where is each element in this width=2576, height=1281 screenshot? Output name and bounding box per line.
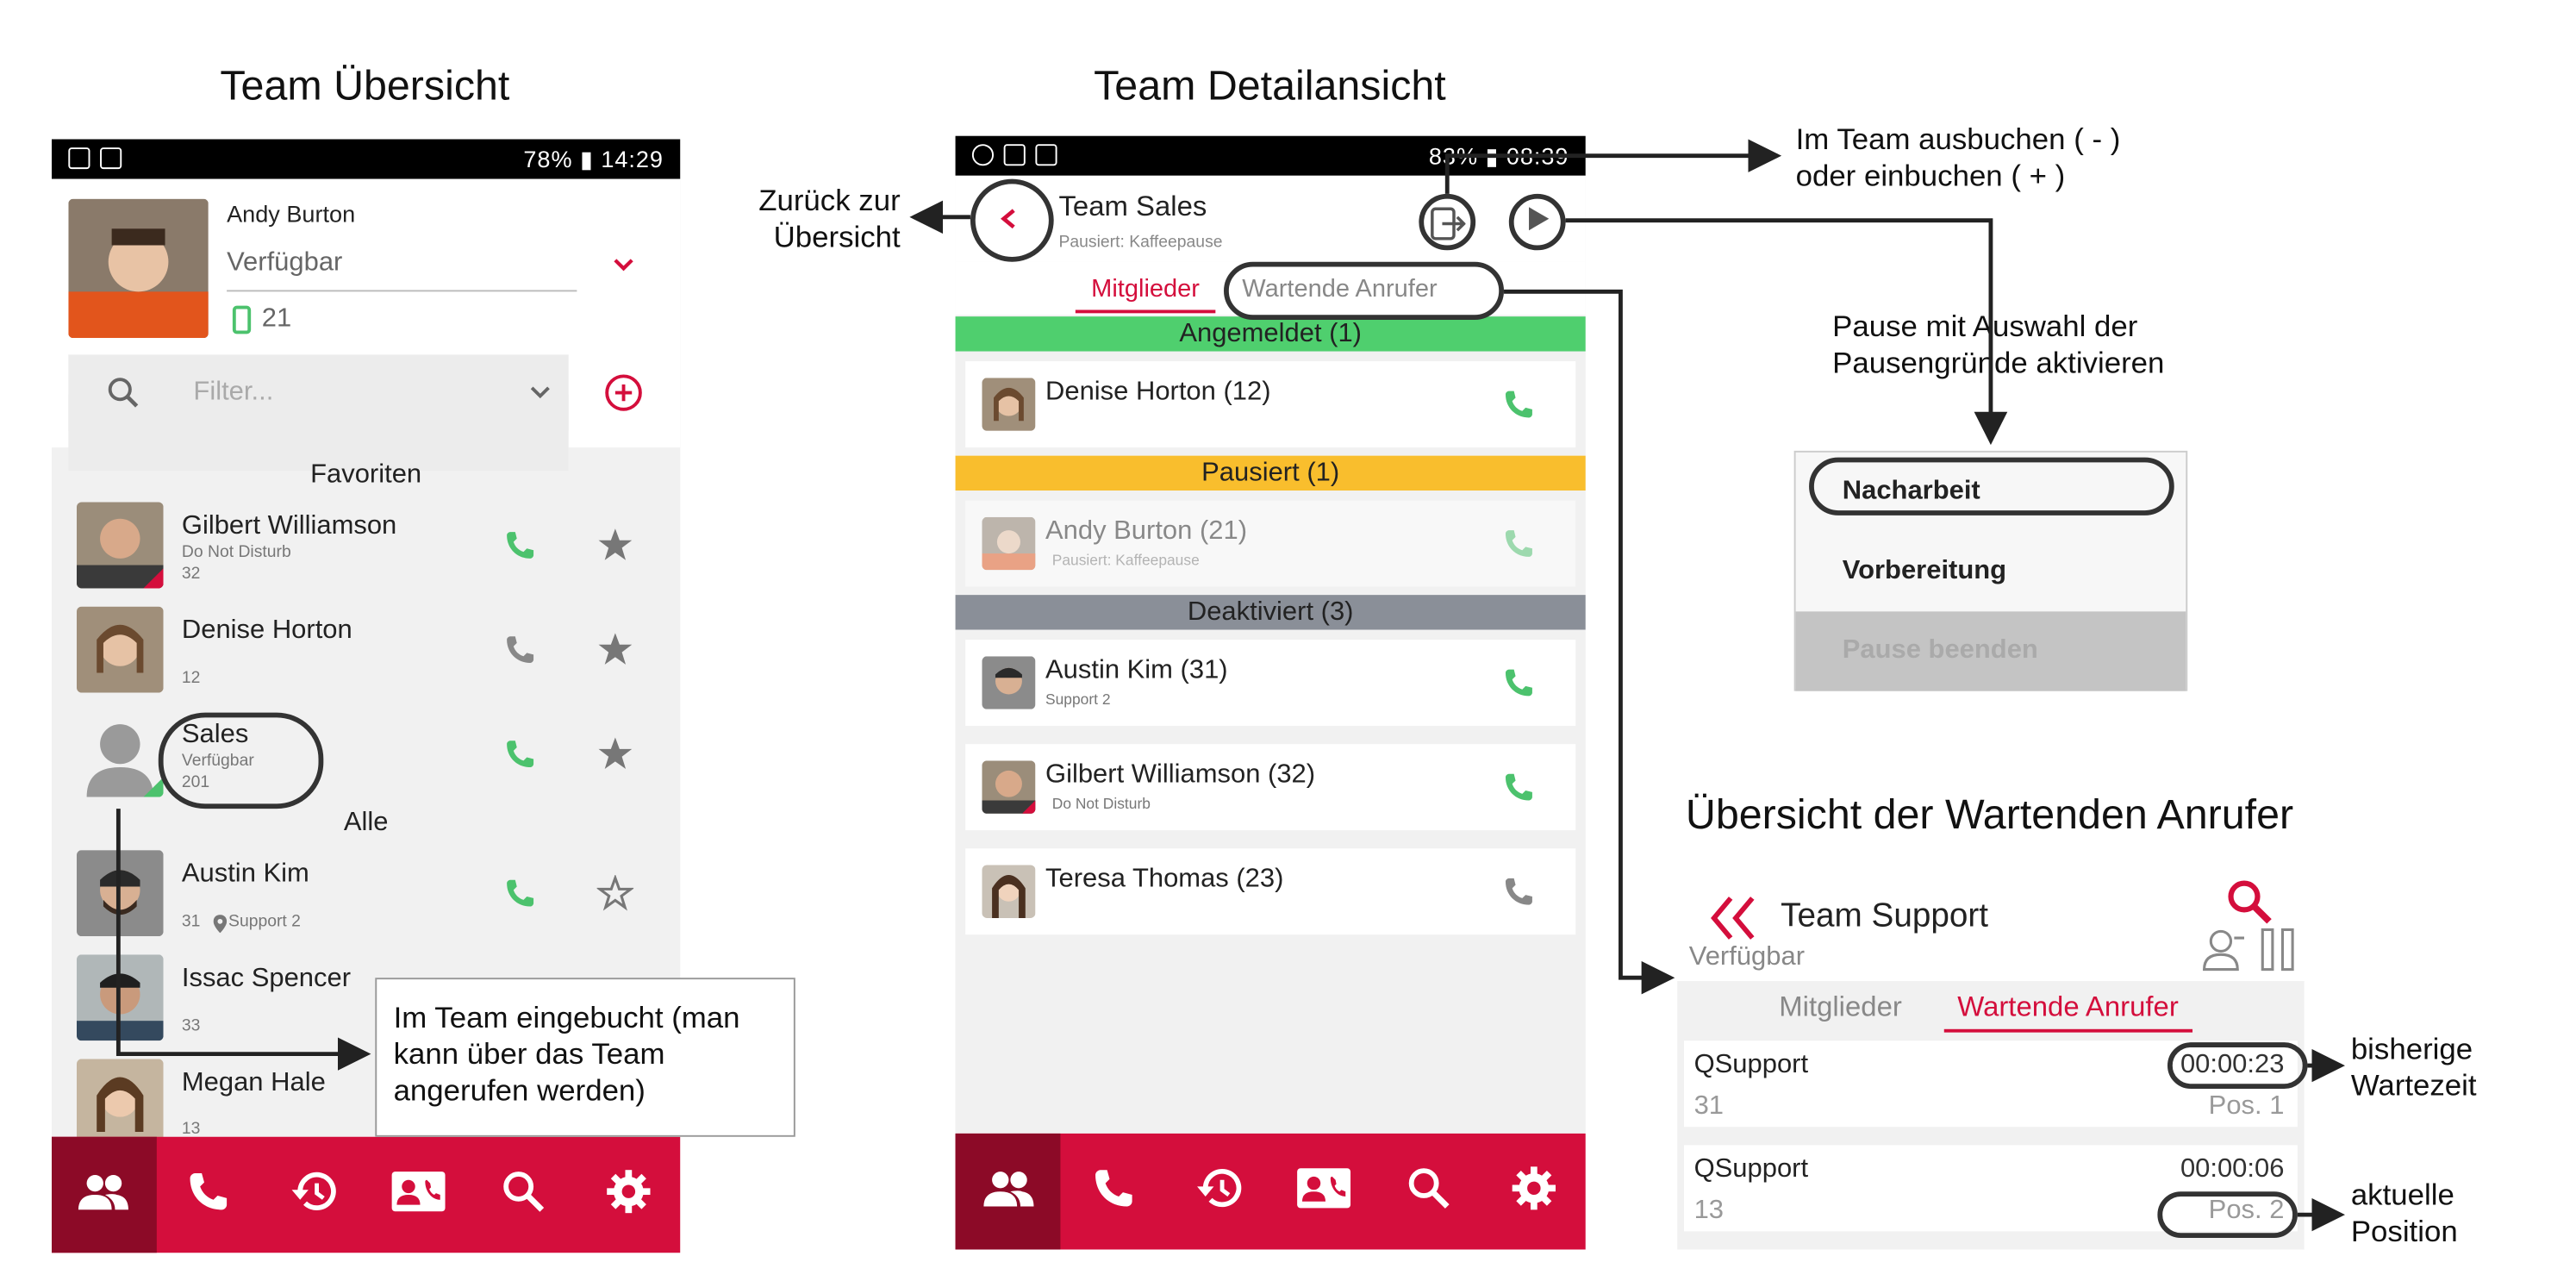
connector-arrows xyxy=(115,139,2346,1232)
